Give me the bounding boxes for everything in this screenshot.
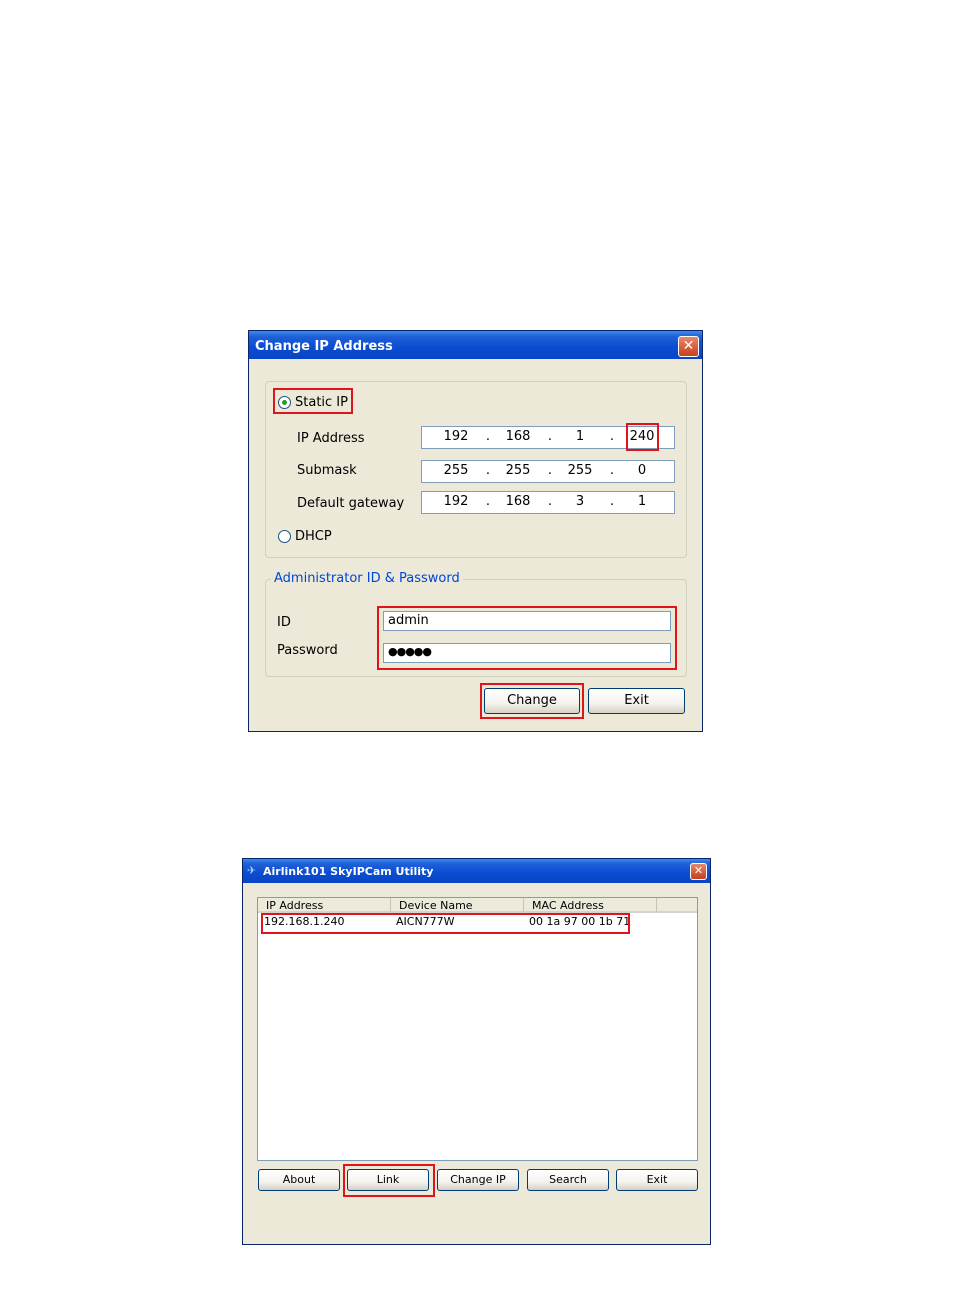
change-ip-button[interactable]: Change IP	[437, 1169, 519, 1191]
submask-field[interactable]: 255 . 255 . 255 . 0	[421, 460, 675, 483]
admin-group-label: Administrator ID & Password	[271, 571, 463, 586]
exit-button[interactable]: Exit	[616, 1169, 698, 1191]
column-header-filler	[657, 898, 697, 913]
submask-octet-1[interactable]: 255	[434, 463, 478, 478]
ip-address-label: IP Address	[297, 431, 365, 446]
column-ip-label: IP Address	[266, 899, 324, 912]
submask-label: Submask	[297, 463, 357, 478]
static-ip-label: Static IP	[295, 395, 348, 410]
ip-octet-3[interactable]: 1	[558, 429, 602, 444]
gateway-octet-1[interactable]: 192	[434, 494, 478, 509]
device-list[interactable]: IP Address Device Name MAC Address 192.1…	[257, 897, 698, 1161]
utility-title: Airlink101 SkyIPCam Utility	[263, 865, 434, 878]
ip-separator: .	[547, 463, 553, 478]
gateway-octet-3[interactable]: 3	[558, 494, 602, 509]
highlight-credentials	[377, 606, 677, 670]
about-button[interactable]: About	[258, 1169, 340, 1191]
static-ip-radio[interactable]	[278, 396, 291, 409]
search-button[interactable]: Search	[527, 1169, 609, 1191]
close-icon[interactable]: ✕	[690, 863, 707, 880]
submask-octet-2[interactable]: 255	[496, 463, 540, 478]
column-mac-label: MAC Address	[532, 899, 604, 912]
submask-octet-3[interactable]: 255	[558, 463, 602, 478]
id-label: ID	[277, 615, 291, 630]
about-button-label: About	[282, 1173, 316, 1186]
highlight-change-button	[480, 683, 584, 719]
ip-separator: .	[609, 463, 615, 478]
ip-separator: .	[547, 429, 553, 444]
ip-separator: .	[609, 494, 615, 509]
change-ip-button-label: Change IP	[450, 1173, 506, 1186]
column-header-ip-address[interactable]: IP Address	[258, 898, 391, 913]
utility-titlebar[interactable]: ✈ Airlink101 SkyIPCam Utility ✕	[243, 859, 710, 883]
gateway-field[interactable]: 192 . 168 . 3 . 1	[421, 491, 675, 514]
ip-separator: .	[485, 494, 491, 509]
ip-separator: .	[609, 429, 615, 444]
highlight-link-button	[343, 1164, 435, 1197]
highlight-ip-octet-4	[626, 423, 659, 451]
gateway-octet-2[interactable]: 168	[496, 494, 540, 509]
column-header-mac-address[interactable]: MAC Address	[524, 898, 657, 913]
ip-separator: .	[547, 494, 553, 509]
exit-button-label: Exit	[646, 1173, 668, 1186]
ip-octet-2[interactable]: 168	[496, 429, 540, 444]
change-ip-titlebar[interactable]: Change IP Address ✕	[249, 331, 702, 359]
highlight-device-row	[261, 913, 630, 934]
exit-button[interactable]: Exit	[588, 688, 685, 714]
close-icon[interactable]: ✕	[678, 336, 699, 357]
radio-selected-dot	[282, 400, 287, 405]
utility-window: ✈ Airlink101 SkyIPCam Utility ✕ IP Addre…	[242, 858, 711, 1245]
change-ip-title: Change IP Address	[255, 339, 393, 354]
password-label: Password	[277, 643, 338, 658]
gateway-label: Default gateway	[297, 496, 405, 511]
search-button-label: Search	[549, 1173, 587, 1186]
ip-separator: .	[485, 429, 491, 444]
ip-separator: .	[485, 463, 491, 478]
exit-button-label: Exit	[624, 693, 649, 708]
dhcp-label: DHCP	[295, 529, 332, 544]
change-ip-dialog: Change IP Address ✕ Static IP IP Address…	[248, 330, 703, 732]
gateway-octet-4[interactable]: 1	[620, 494, 664, 509]
app-icon: ✈	[247, 864, 257, 877]
column-header-device-name[interactable]: Device Name	[391, 898, 524, 913]
ip-octet-1[interactable]: 192	[434, 429, 478, 444]
column-device-label: Device Name	[399, 899, 473, 912]
submask-octet-4[interactable]: 0	[620, 463, 664, 478]
dhcp-radio[interactable]	[278, 530, 291, 543]
